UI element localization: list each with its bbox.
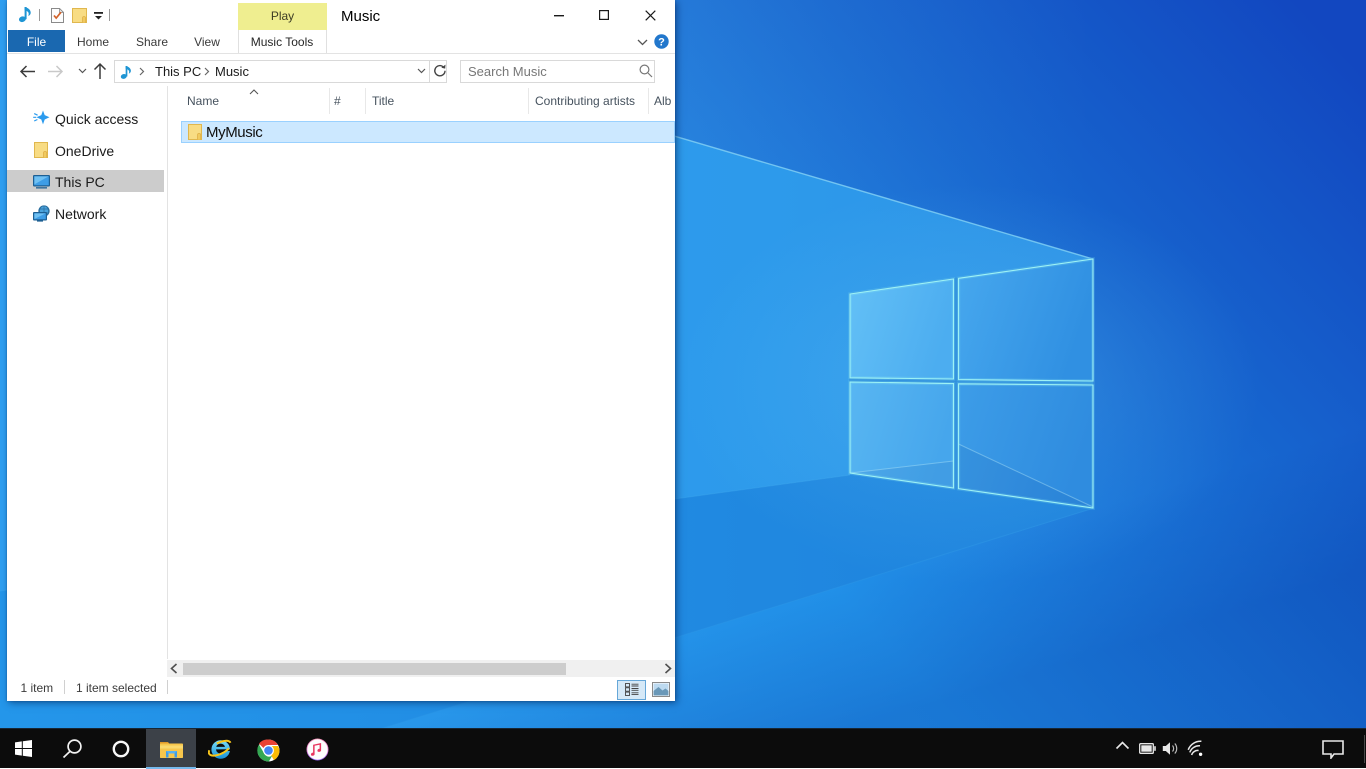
svg-text:?: ? (658, 36, 665, 48)
